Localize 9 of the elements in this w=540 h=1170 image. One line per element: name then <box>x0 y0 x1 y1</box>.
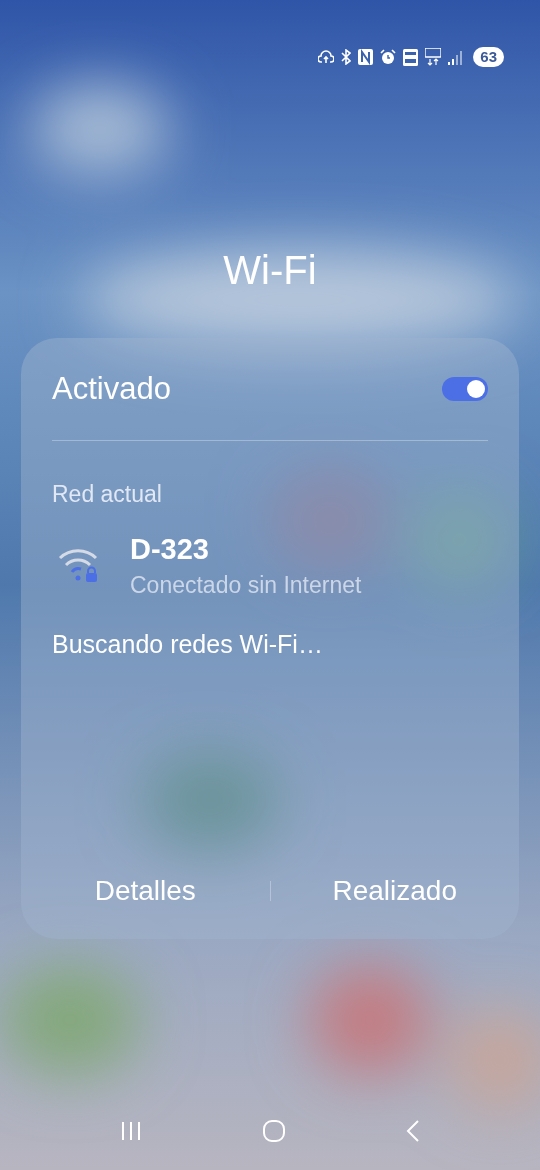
toggle-label: Activado <box>52 369 171 408</box>
network-name: D-323 <box>130 531 210 567</box>
scanning-text: Buscando redes Wi-Fi… <box>52 628 324 660</box>
network-item[interactable]: D-323 Conectado sin Internet <box>52 529 488 602</box>
dialog-button[interactable]: Detalles <box>21 857 270 925</box>
page-title: Wi-Fi <box>222 247 318 294</box>
dialog-button[interactable]: Realizado <box>270 857 519 925</box>
section-label: Red actual <box>52 480 163 509</box>
network-status: Conectado sin Internet <box>130 570 362 600</box>
